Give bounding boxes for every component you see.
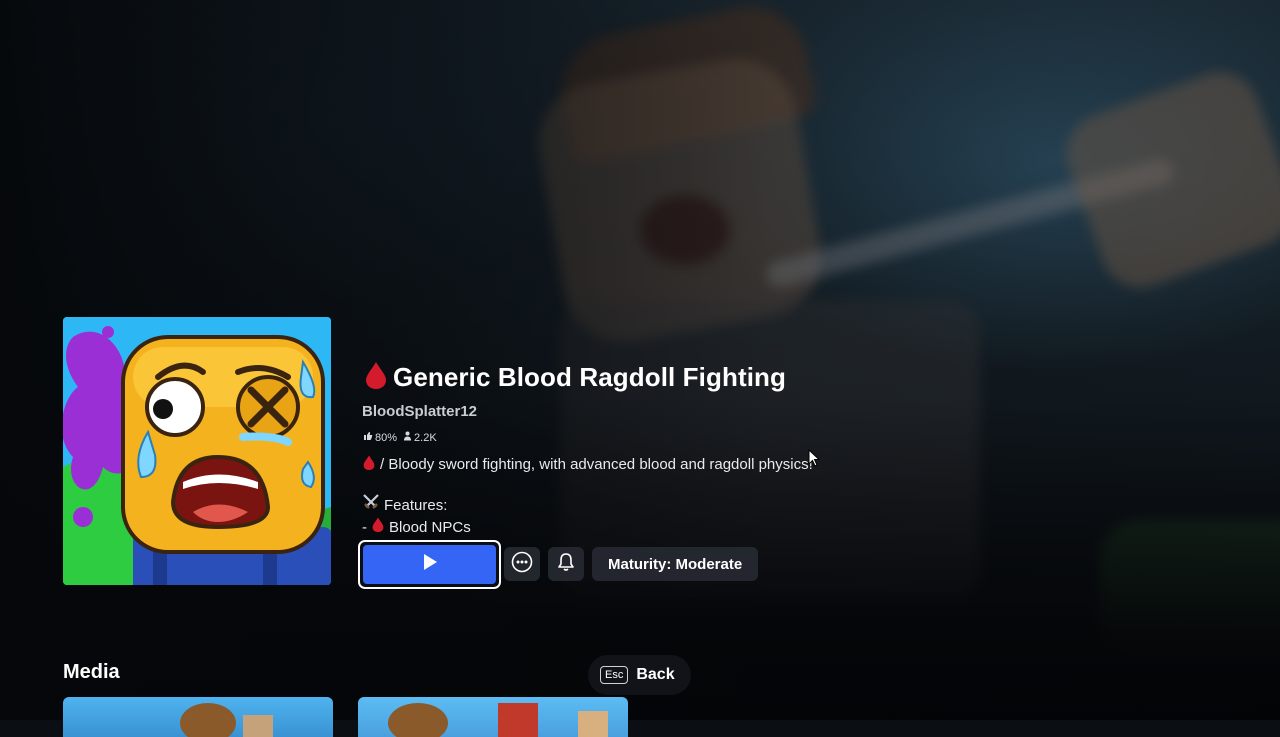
maturity-label: Maturity: Moderate xyxy=(608,555,743,573)
feature-bullet: - xyxy=(362,519,367,536)
play-button[interactable] xyxy=(358,540,501,589)
media-heading: Media xyxy=(63,661,120,683)
game-title: Generic Blood Ragdoll Fighting xyxy=(393,362,786,392)
thumbs-up-icon xyxy=(363,431,373,444)
blood-drop-icon xyxy=(371,516,385,539)
blood-drop-icon xyxy=(362,454,376,475)
blood-drop-icon xyxy=(363,360,389,395)
play-icon xyxy=(422,553,438,576)
maturity-badge[interactable]: Maturity: Moderate xyxy=(592,547,759,581)
game-stats: 80% 2.2K xyxy=(363,431,437,444)
game-thumbnail xyxy=(63,317,331,585)
media-thumbnail[interactable] xyxy=(63,697,333,737)
feature-item: Blood NPCs xyxy=(389,519,471,536)
back-button[interactable]: Esc Back xyxy=(588,655,691,695)
crossed-swords-icon xyxy=(362,494,380,516)
more-options-button[interactable] xyxy=(504,547,540,581)
media-thumbnail[interactable] xyxy=(358,697,628,737)
game-title-row: Generic Blood Ragdoll Fighting xyxy=(363,360,786,395)
players-icon xyxy=(403,431,412,444)
features-section: Features: - Blood NPCs xyxy=(362,494,471,539)
bell-icon xyxy=(556,552,576,577)
esc-key-icon: Esc xyxy=(600,666,629,684)
back-label: Back xyxy=(636,666,675,683)
creator-name[interactable]: BloodSplatter12 xyxy=(362,403,477,420)
mouse-cursor-icon xyxy=(808,448,821,472)
notify-button[interactable] xyxy=(548,547,584,581)
players-value: 2.2K xyxy=(414,431,437,444)
more-options-icon xyxy=(511,551,533,578)
features-heading: Features: xyxy=(384,496,448,514)
rating-value: 80% xyxy=(375,431,398,444)
description-text: / Bloody sword fighting, with advanced b… xyxy=(380,456,813,473)
game-description: / Bloody sword fighting, with advanced b… xyxy=(362,454,813,475)
